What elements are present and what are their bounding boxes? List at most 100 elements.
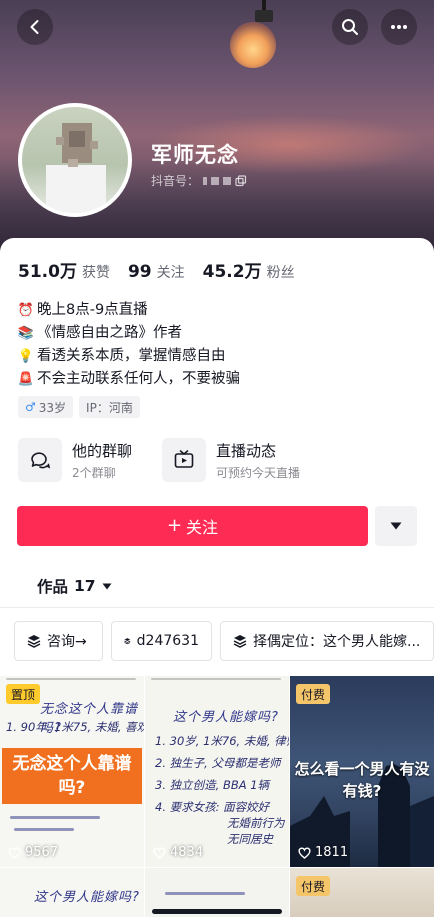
home-indicator [152,909,282,914]
video-caption: 怎么看一个男人有没有钱? [294,760,430,800]
collection-label: d247631 [136,633,199,649]
gender-age-tag: ♂ 33岁 [18,396,74,418]
heart-icon [8,846,21,859]
layers-icon [124,638,131,645]
more-options-button[interactable] [381,9,417,45]
bio-line: 🚨 不会主动联系任何人，不要被骗 [18,368,240,391]
plus-icon: + [166,515,183,536]
live-title: 直播动态 [216,441,277,460]
stat-label: 粉丝 [266,265,295,281]
divider [0,607,434,608]
more-dots-icon [391,25,407,29]
caret-down-icon [102,583,112,589]
board-line: 无同居史 [227,832,273,846]
board-line: 1. 30岁, 1米76, 未婚, 律师 [155,734,289,748]
group-chat-subtitle: 2个群聊 [72,465,116,480]
profile-tags: ♂ 33岁 IP：河南 [18,396,140,418]
stat-following[interactable]: 99 关注 [128,262,185,282]
like-count: 4834 [153,845,203,860]
bulb-socket [255,10,273,22]
avatar[interactable] [18,103,132,217]
stat-value: 51.0万 [18,262,77,282]
works-label: 作品 [37,578,69,596]
search-button[interactable] [332,9,368,45]
light-bulb-icon: 💡 [17,349,35,364]
douyin-id-label: 抖音号： [151,174,200,188]
follow-button[interactable]: + 关注 [17,506,368,546]
follow-label: 关注 [186,518,219,537]
siren-icon: 🚨 [17,372,35,387]
like-count-value: 1811 [315,845,349,860]
douyin-id-redacted [203,176,208,185]
video-tile[interactable]: 付费 [290,868,434,917]
ip-text: IP：河南 [86,400,133,415]
light-bulb-image [230,22,276,68]
group-chat-title: 他的群聊 [72,441,133,460]
bio-text: 看透关系本质，掌握情感自由 [37,348,226,364]
board-line: 2. 独生子, 父母都是老师 [155,756,281,770]
bio-line: ⏰ 晚上8点-9点直播 [18,299,240,322]
bio: ⏰ 晚上8点-9点直播 📚 《情感自由之路》作者 💡 看透关系本质，掌握情感自由… [18,299,240,391]
like-count: 1811 [298,845,348,860]
books-icon: 📚 [17,326,35,341]
tab-works[interactable]: 作品 17 [37,575,112,597]
male-icon: ♂ [25,400,36,414]
pinned-badge: 置顶 [6,684,41,704]
stats-row: 51.0万 获赞 99 关注 45.2万 粉丝 [18,257,295,282]
bio-line: 📚 《情感自由之路》作者 [18,322,240,345]
caret-down-icon [390,522,402,530]
video-caption: 无念这个人靠谱吗? [2,748,142,804]
bio-text: 《情感自由之路》作者 [37,325,182,341]
like-count: 9567 [8,845,58,860]
alarm-clock-icon: ⏰ [17,303,35,318]
live-subtitle: 可预约今天直播 [216,465,301,480]
works-count: 17 [74,577,96,595]
collection-label: 咨询→ [47,634,87,650]
paid-badge: 付费 [296,684,331,704]
live-card[interactable]: 直播动态 可预约今天直播 [162,438,300,482]
layers-icon [27,635,41,648]
stat-followers[interactable]: 45.2万 粉丝 [203,257,295,282]
douyin-id: 抖音号： [151,172,247,189]
stat-value: 45.2万 [202,262,262,282]
like-count-value: 9567 [25,845,59,860]
stat-label: 获赞 [81,265,110,281]
follow-dropdown-button[interactable] [375,506,417,546]
group-chat-card[interactable]: 他的群聊 2个群聊 [18,438,132,482]
stat-likes[interactable]: 51.0万 获赞 [18,257,110,282]
layers-icon [233,635,247,648]
tv-icon [162,438,207,482]
avatar-image [22,107,128,213]
video-tile[interactable]: 怎么看一个男人有没有钱? 付费 1811 [290,676,434,867]
back-button[interactable] [17,9,53,45]
group-chat-icon [18,438,62,482]
stat-value: 99 [127,262,152,282]
board-line: 3. 独立创造, BBA 1辆 [155,778,270,792]
bio-text: 晚上8点-9点直播 [37,302,148,318]
bio-text: 不会主动联系任何人，不要被骗 [37,371,240,387]
search-icon [342,19,358,35]
video-tile[interactable]: 这个男人能嫁吗? [0,868,144,917]
collection-chip[interactable]: d247631 [111,621,212,661]
bio-line: 💡 看透关系本质，掌握情感自由 [18,345,240,368]
douyin-id-redacted [223,176,232,185]
chevron-left-icon [30,20,39,34]
like-count-value: 4834 [170,845,204,860]
board-title: 这个男人能嫁吗? [173,710,279,725]
copy-icon[interactable] [235,174,247,187]
collection-chip[interactable]: 择偶定位：这个男人能嫁... [220,621,434,661]
video-tile[interactable]: 无念这个人靠谱吗? 1. 90年, 1米75, 未婚, 喜欢创业 无念这个人靠谱… [0,676,144,867]
ip-location-tag: IP：河南 [79,396,140,418]
video-tile[interactable]: 这个男人能嫁吗? 1. 30岁, 1米76, 未婚, 律师 2. 独生子, 父母… [145,676,289,867]
douyin-id-redacted [211,176,220,185]
paid-badge: 付费 [296,876,331,896]
stat-label: 关注 [156,265,185,281]
profile-name: 军师无念 [151,143,239,167]
age-text: 33岁 [38,400,67,415]
collection-chip[interactable]: 咨询→ [14,621,103,661]
heart-icon [153,846,166,859]
heart-icon [298,846,311,859]
feature-cards: 他的群聊 2个群聊 直播动态 可预约今天直播 [18,438,300,482]
board-title: 这个男人能嫁吗? [34,890,140,905]
board-line: 1. 90年, 1米75, 未婚, 喜欢创业 [6,720,144,734]
